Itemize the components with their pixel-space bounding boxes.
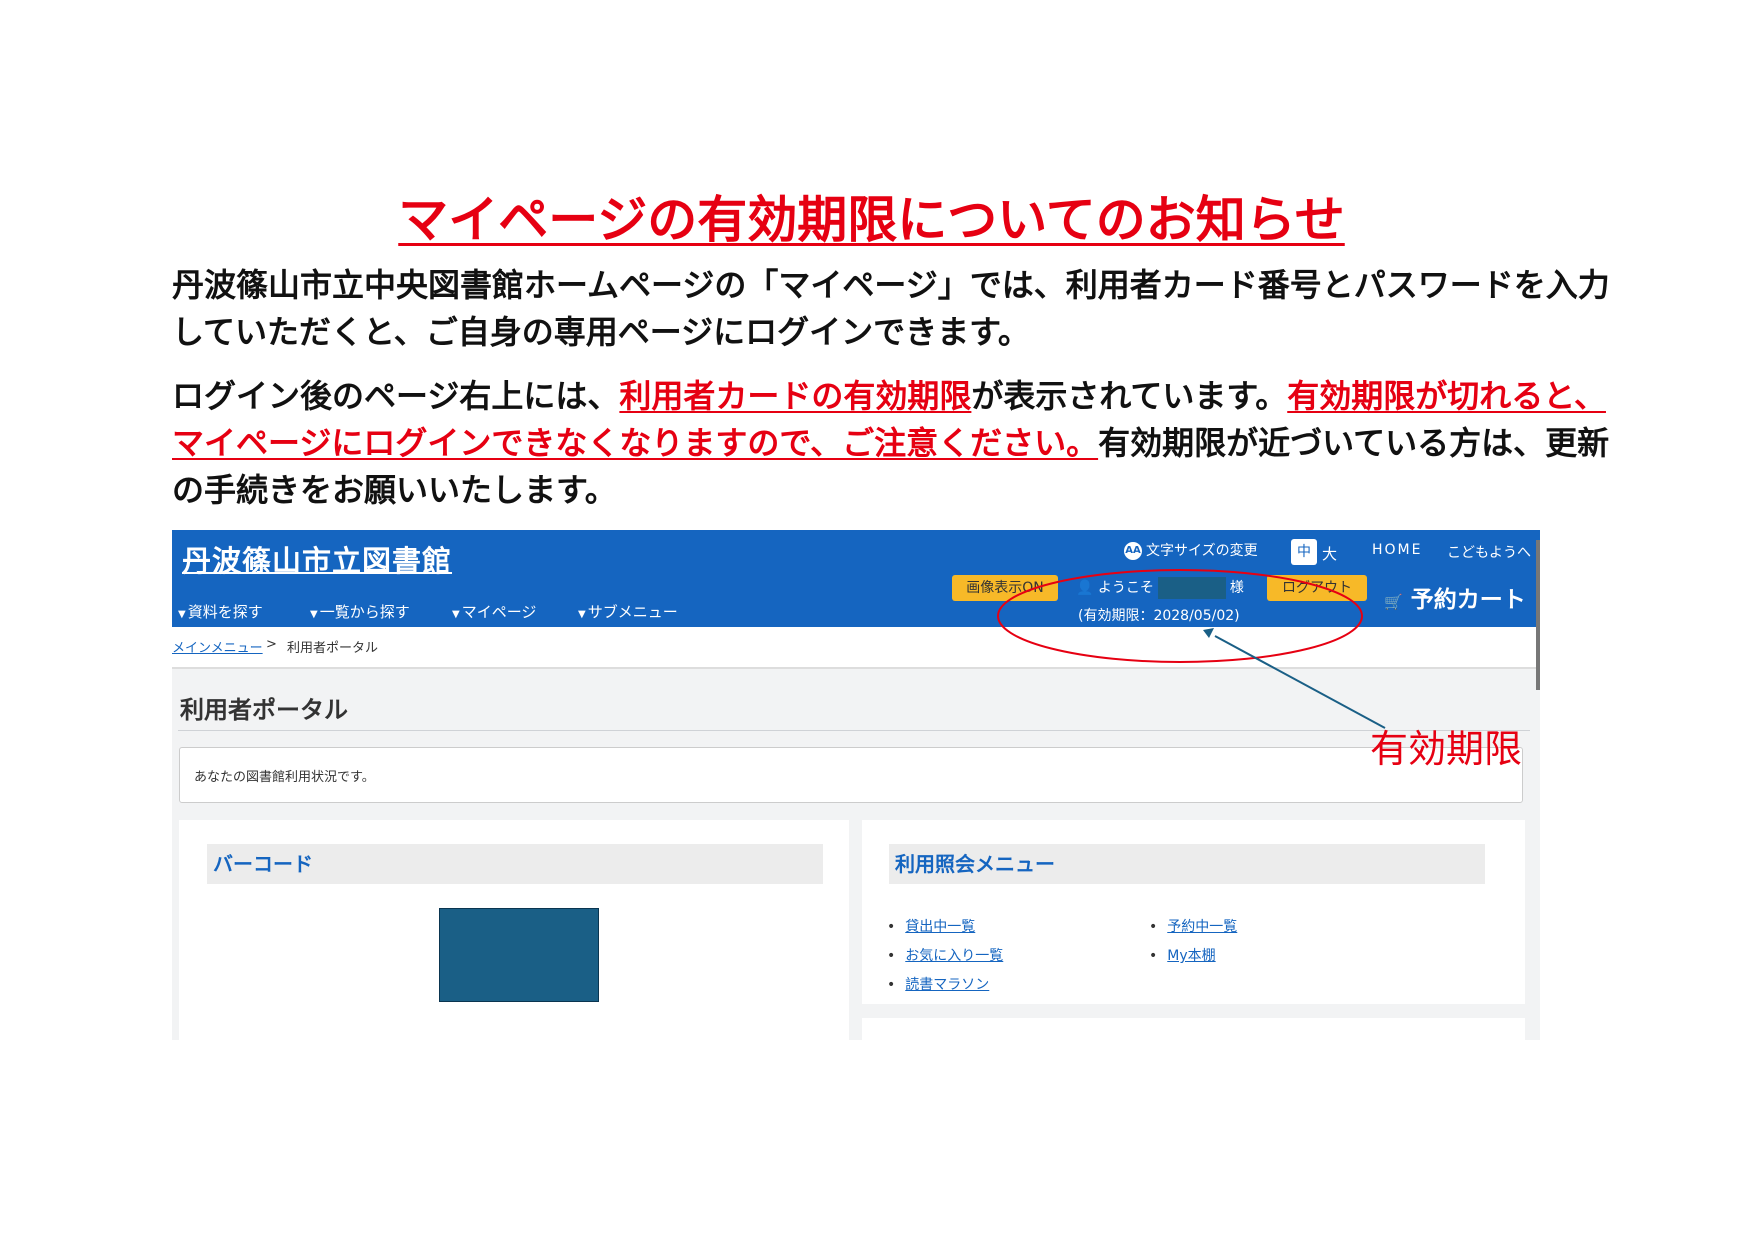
pointer-arrowhead — [1203, 628, 1214, 638]
highlight-ellipse — [997, 569, 1363, 663]
expiry-annotation — [997, 569, 1386, 729]
expiry-annotation-label: 有効期限 — [1370, 727, 1523, 771]
